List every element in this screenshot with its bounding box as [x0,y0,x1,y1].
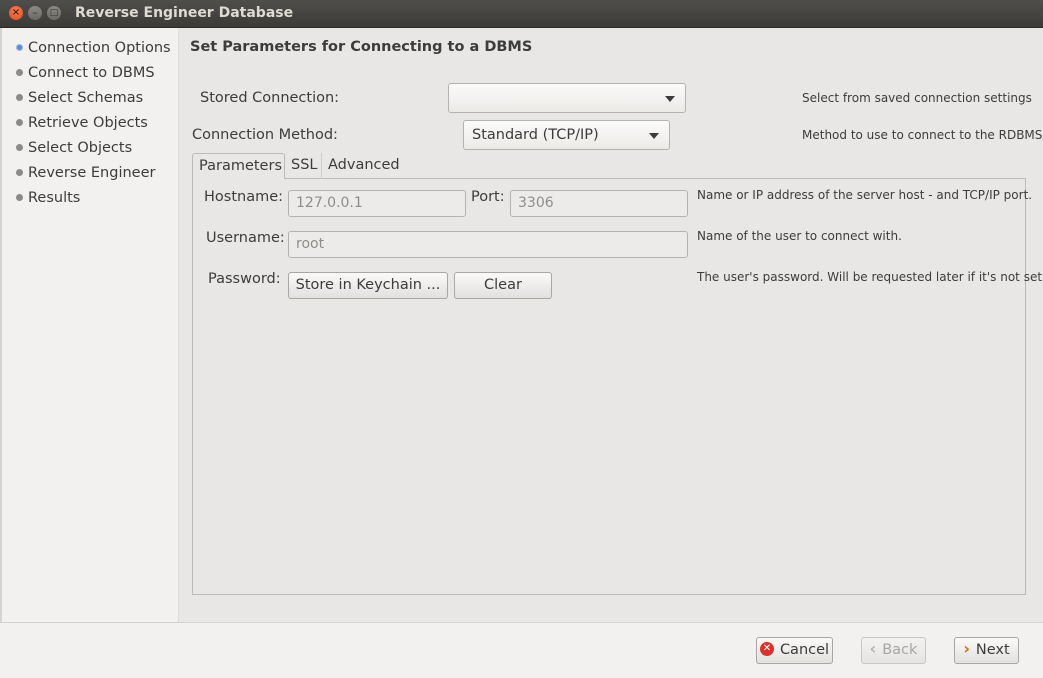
clear-password-button[interactable]: Clear [454,272,552,299]
stored-connection-hint: Select from saved connection settings [802,91,1032,105]
step-select-objects: Select Objects [16,138,132,158]
connection-method-hint: Method to use to connect to the RDBMS [802,128,1043,142]
minimize-window-button[interactable]: – [28,6,42,20]
step-dot-icon [16,118,23,126]
step-reverse-engineer: Reverse Engineer [16,163,155,183]
window-title: Reverse Engineer Database [75,5,294,21]
step-dot-icon [16,68,23,76]
step-label: Reverse Engineer [28,165,156,181]
step-dot-icon [16,193,23,201]
step-label: Select Schemas [28,90,144,106]
dropdown-arrow-icon [649,133,659,139]
port-label: Port: [471,189,505,205]
maximize-window-button[interactable]: □ [47,6,61,20]
username-input[interactable]: root [288,231,688,258]
chevron-right-icon: › [963,639,970,658]
step-label: Select Objects [28,140,133,156]
step-label: Connection Options [28,40,171,56]
cancel-label: Cancel [779,642,830,658]
hostname-hint: Name or IP address of the server host - … [697,188,1033,202]
step-label: Results [28,190,81,206]
password-label: Password: [208,271,281,287]
page-title: Set Parameters for Connecting to a DBMS [190,39,533,55]
step-label: Connect to DBMS [28,65,155,81]
tab-ssl[interactable]: SSL [285,153,322,179]
sidebar-edge [0,28,2,622]
stored-connection-select[interactable] [448,83,686,113]
dropdown-arrow-icon [665,96,675,102]
cancel-icon: ✕ [759,642,774,656]
close-window-button[interactable]: × [9,6,23,20]
connection-method-value: Standard (TCP/IP) [472,127,599,143]
hostname-label: Hostname: [204,189,284,205]
connection-method-select[interactable]: Standard (TCP/IP) [463,120,670,150]
title-bar: × – □ Reverse Engineer Database [0,0,1043,28]
back-label: Back [882,642,918,658]
step-label: Retrieve Objects [28,115,148,131]
next-button[interactable]: › Next [954,637,1019,664]
step-dot-icon [16,43,23,51]
password-hint: The user's password. Will be requested l… [697,270,1043,284]
tab-parameters[interactable]: Parameters [192,153,285,179]
cancel-button[interactable]: ✕ Cancel [756,637,833,664]
stored-connection-label: Stored Connection: [200,90,340,106]
hostname-input[interactable]: 127.0.0.1 [288,190,466,217]
chevron-left-icon: ‹ [869,639,877,658]
step-connection-options: Connection Options [16,38,171,58]
step-dot-icon [16,143,23,151]
next-label: Next [975,642,1010,658]
back-button[interactable]: ‹ Back [861,637,926,664]
username-hint: Name of the user to connect with. [697,229,902,243]
step-retrieve-objects: Retrieve Objects [16,113,148,133]
step-dot-icon [16,93,23,101]
step-connect-to-dbms: Connect to DBMS [16,63,155,83]
tab-advanced[interactable]: Advanced [322,153,402,179]
step-select-schemas: Select Schemas [16,88,143,108]
port-input[interactable]: 3306 [510,190,688,217]
connection-method-label: Connection Method: [192,127,338,143]
footer-divider [0,622,1043,623]
step-results: Results [16,188,80,208]
step-dot-icon [16,168,23,176]
username-label: Username: [206,230,285,246]
store-in-keychain-button[interactable]: Store in Keychain ... [288,272,448,299]
